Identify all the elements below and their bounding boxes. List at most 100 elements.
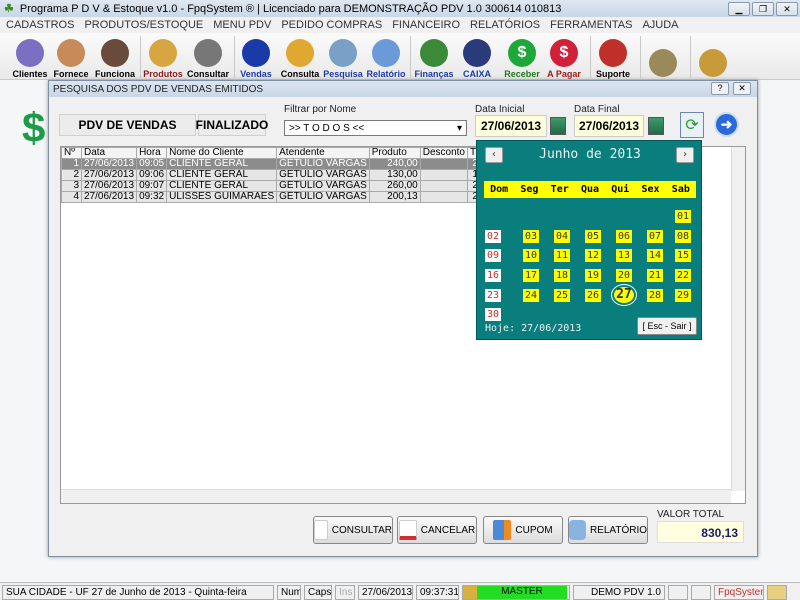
next-month-button[interactable]: › (676, 147, 694, 163)
column-header[interactable]: Atendente (276, 147, 370, 159)
toolbar-button-relat-rio[interactable]: Relatório (365, 35, 407, 79)
toolbar-button-finan-as[interactable]: Finanças (414, 35, 454, 79)
date-start-input[interactable]: 27/06/2013 (475, 115, 547, 137)
calendar-day[interactable]: 06 (616, 230, 632, 243)
toolbar-button-consultar[interactable]: Consultar (187, 35, 229, 79)
calendar-day[interactable]: 30 (485, 308, 501, 321)
calendar-icon[interactable] (648, 117, 664, 135)
toolbar-label: Funciona (95, 69, 135, 79)
calendar-icon[interactable] (550, 117, 566, 135)
calendar-day[interactable]: 15 (675, 249, 691, 262)
arrow-right-icon[interactable]: ➜ (714, 112, 739, 137)
calendar-day[interactable]: 19 (585, 269, 601, 282)
status-date: 27/06/2013 (358, 585, 413, 600)
maximize-button[interactable]: ❐ (752, 2, 774, 16)
toolbar-button-funciona[interactable]: Funciona (95, 35, 135, 79)
consultar-button[interactable]: CONSULTAR (313, 516, 393, 544)
table-row[interactable]: 2 27/06/2013 09:06 CLIENTE GERAL GETULIO VAR… (61, 169, 526, 181)
table-cell: 130,00 (368, 169, 421, 181)
toolbar-button-a-pagar[interactable]: $ A Pagar (545, 35, 583, 79)
calendar-day[interactable]: 02 (485, 230, 501, 243)
close-button[interactable]: ✕ (776, 2, 798, 16)
relatorio-button[interactable]: RELATÓRIO (568, 516, 648, 544)
calendar-day[interactable]: 26 (585, 289, 601, 302)
table-cell (419, 180, 469, 192)
filter-select[interactable]: >> T O D O S << ▾ (284, 120, 467, 136)
dialog-close-button[interactable]: ✕ (733, 82, 751, 95)
calendar-day[interactable]: 24 (523, 289, 539, 302)
toolbar-button-pesquisa[interactable]: Pesquisa (323, 35, 363, 79)
calendar-day[interactable]: 08 (675, 230, 691, 243)
calendar-day[interactable]: 10 (523, 249, 539, 262)
cancelar-button[interactable]: CANCELAR (397, 516, 477, 544)
window-title: Programa P D V & Estoque v1.0 - FpqSyste… (19, 2, 562, 15)
toolbar-button-receber[interactable]: $ Receber (502, 35, 542, 79)
calendar-day[interactable]: 17 (523, 269, 539, 282)
column-header[interactable]: Desconto (419, 147, 469, 159)
table-cell: 4 (61, 191, 82, 203)
table-row[interactable]: 3 27/06/2013 09:07 CLIENTE GERAL GETULIO VAR… (61, 180, 526, 192)
toolbar-button-vendas[interactable]: Vendas (238, 35, 274, 79)
toolbar-separator (234, 36, 235, 78)
calendar-day[interactable]: 21 (647, 269, 663, 282)
calendar-day[interactable]: 14 (647, 249, 663, 262)
calendar-day[interactable]: 29 (675, 289, 691, 302)
calendar-day[interactable]: 03 (523, 230, 539, 243)
table-row[interactable]: 1 27/06/2013 09:05 CLIENTE GERAL GETULIO VAR… (61, 158, 526, 170)
date-end-input[interactable]: 27/06/2013 (574, 115, 644, 137)
calendar-day[interactable]: 28 (647, 289, 663, 302)
toolbar-button-produtos[interactable]: Produtos (143, 35, 183, 79)
calendar-day[interactable]: 27 (611, 284, 637, 306)
refresh-icon[interactable]: ⟳ (680, 112, 704, 138)
help-button[interactable]: ? (711, 82, 729, 95)
calendar-day[interactable]: 12 (585, 249, 601, 262)
vertical-scrollbar[interactable] (731, 147, 745, 491)
calendar-day[interactable]: 04 (554, 230, 570, 243)
calendar-day[interactable]: 23 (485, 289, 501, 302)
calendar-day[interactable]: 13 (616, 249, 632, 262)
boxes-icon (149, 39, 177, 67)
toolbar-button-fornece[interactable]: Fornece (53, 35, 89, 79)
prev-month-button[interactable]: ‹ (485, 147, 503, 163)
toolbar-button-suporte[interactable]: Suporte (594, 35, 632, 79)
menu-item-ferramentas[interactable]: FERRAMENTAS (550, 19, 632, 31)
monitor-icon (691, 585, 711, 600)
minimize-button[interactable]: ▁ (728, 2, 750, 16)
weekday-label: Seg (520, 184, 539, 195)
toolbar-button-coins[interactable] (645, 35, 681, 79)
column-header[interactable]: Hora (136, 147, 168, 159)
toolbar-label: Produtos (143, 69, 183, 79)
horizontal-scrollbar[interactable] (61, 489, 731, 503)
toolbar-button-caixa[interactable]: CAIXA (459, 35, 495, 79)
column-header[interactable]: Produto (368, 147, 421, 159)
calendar-day[interactable]: 11 (554, 249, 570, 262)
calendar-day[interactable]: 25 (554, 289, 570, 302)
calendar-day[interactable]: 09 (485, 249, 501, 262)
toolbar-button-consulta[interactable]: Consulta (280, 35, 320, 79)
menu-item-relat-rios[interactable]: RELATÓRIOS (470, 19, 540, 31)
table-cell: 27/06/2013 (80, 158, 138, 170)
column-header[interactable]: Nº (61, 147, 82, 159)
column-header[interactable]: Data (80, 147, 138, 159)
toolbar-button-exit-door[interactable] (695, 35, 731, 79)
menu-item-produtos-estoque[interactable]: PRODUTOS/ESTOQUE (84, 19, 203, 31)
calendar-day[interactable]: 01 (675, 210, 691, 223)
menu-item-financeiro[interactable]: FINANCEIRO (392, 19, 460, 31)
menu-item-menu-pdv[interactable]: MENU PDV (213, 19, 271, 31)
table-row[interactable]: 4 27/06/2013 09:32 ULISSES GUIMARAES GETULIO… (61, 191, 526, 203)
toolbar-button-clientes[interactable]: Clientes (12, 35, 48, 79)
calendar-close-button[interactable]: [ Esc - Sair ] (637, 317, 697, 335)
table-cell: 240,00 (368, 158, 421, 170)
menu-item-cadastros[interactable]: CADASTROS (6, 19, 74, 31)
calendar-day[interactable]: 20 (616, 269, 632, 282)
menu-item-pedido-compras[interactable]: PEDIDO COMPRAS (281, 19, 382, 31)
calendar-day[interactable]: 05 (585, 230, 601, 243)
column-header[interactable]: Nome do Cliente (166, 147, 278, 159)
calendar-day[interactable]: 07 (647, 230, 663, 243)
calendar-day[interactable]: 18 (554, 269, 570, 282)
calendar-day[interactable]: 22 (675, 269, 691, 282)
table-cell: GETULIO VARGAS (276, 180, 370, 192)
menu-item-ajuda[interactable]: AJUDA (642, 19, 678, 31)
calendar-day[interactable]: 16 (485, 269, 501, 282)
cupom-button[interactable]: CUPOM (483, 516, 563, 544)
